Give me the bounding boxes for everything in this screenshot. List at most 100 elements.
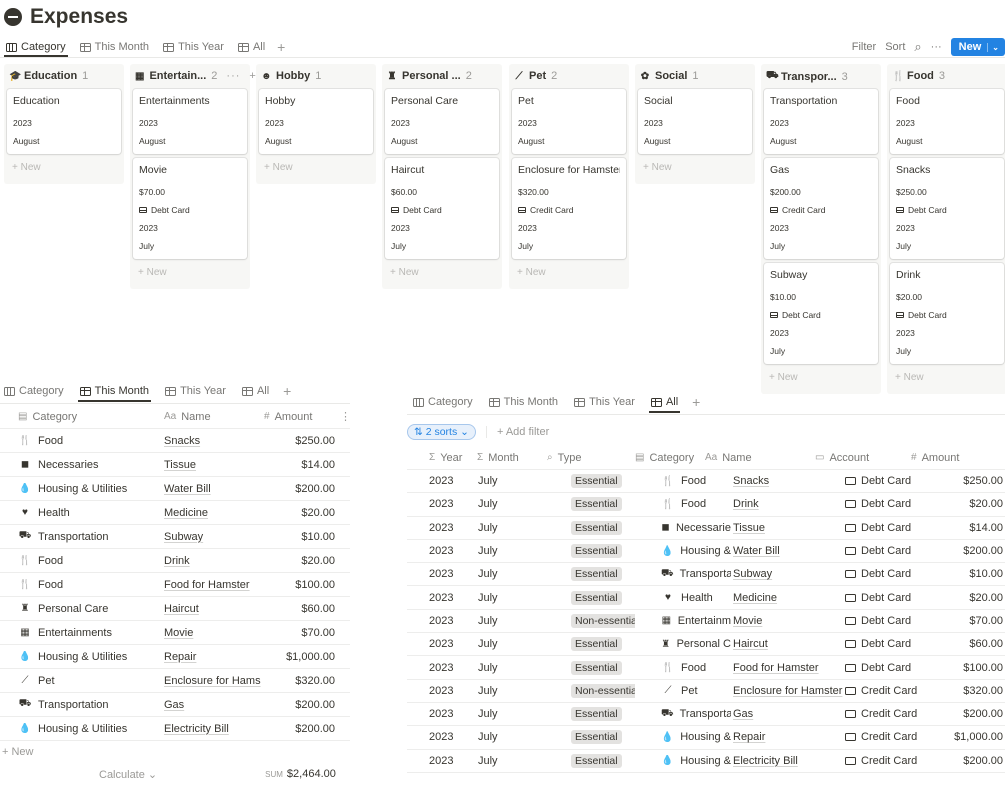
cell-name[interactable]: Drink	[164, 555, 264, 567]
tab-this-month[interactable]: This Month	[487, 392, 560, 412]
tab-this-year[interactable]: This Year	[161, 38, 226, 56]
sorts-chip[interactable]: ⇅ 2 sorts ⌄	[407, 424, 476, 440]
board-column-header[interactable]: ⛟ Transpor... 3	[766, 70, 878, 83]
table-row[interactable]: ♥ Health Medicine $20.00	[0, 501, 350, 525]
column-header-type[interactable]: ⌕ Type	[547, 452, 635, 464]
cell-name[interactable]: Drink	[731, 498, 843, 510]
add-view-icon[interactable]: +	[277, 39, 285, 55]
tab-this-year[interactable]: This Year	[572, 392, 637, 412]
column-header-name[interactable]: Aa Name	[705, 452, 815, 464]
board-card[interactable]: Haircut $60.00 Debt Card 2023 July	[385, 158, 499, 259]
column-new-button[interactable]: + New	[512, 263, 626, 286]
table-row[interactable]: 2023 July Essential 💧 Housing & Repair Credit …	[407, 726, 1005, 750]
table-row[interactable]: 2023 July Non-essential ⟋ Pet Enclosure for H…	[407, 680, 1005, 703]
cell-name[interactable]: Tissue	[731, 522, 843, 534]
cell-name[interactable]: Subway	[731, 568, 843, 580]
table-new-row-button[interactable]: + New	[0, 741, 350, 763]
board-card[interactable]: Enclosure for Hamster $320.00 Credit Card 2…	[512, 158, 626, 259]
column-new-button[interactable]: + New	[133, 263, 247, 286]
column-header-month[interactable]: Σ Month	[477, 452, 547, 464]
tab-all[interactable]: All	[240, 381, 271, 401]
table-row[interactable]: 2023 July Essential 💧 Housing & Water Bill Deb…	[407, 540, 1005, 564]
board-card[interactable]: Pet 2023 August	[512, 89, 626, 154]
board-card[interactable]: Drink $20.00 Debt Card 2023 July	[890, 263, 1004, 364]
tab-category[interactable]: Category	[2, 381, 66, 401]
column-new-button[interactable]: + New	[638, 158, 752, 181]
tab-category[interactable]: Category	[4, 38, 68, 57]
cell-name[interactable]: Gas	[731, 708, 843, 720]
column-header-amount[interactable]: # Amount	[903, 452, 1003, 464]
table-row[interactable]: ⛟ Transportation Gas $200.00	[0, 693, 350, 717]
table-row[interactable]: 2023 July Essential ♜ Personal C Haircut Debt …	[407, 633, 1005, 657]
more-options-icon[interactable]: ···	[931, 41, 942, 53]
board-column-header[interactable]: 🎓 Education 1	[9, 70, 121, 82]
column-new-button[interactable]: + New	[890, 368, 1004, 391]
board-column-header[interactable]: 🍴 Food 3	[892, 70, 1004, 82]
board-column-header[interactable]: ▦ Entertain... 2 ··· +	[135, 70, 256, 82]
cell-name[interactable]: Haircut	[731, 638, 843, 650]
cell-name[interactable]: Enclosure for Hams	[164, 675, 264, 687]
add-view-icon[interactable]: +	[283, 383, 291, 399]
tab-all[interactable]: All	[236, 38, 267, 56]
cell-name[interactable]: Tissue	[164, 459, 264, 471]
table-row[interactable]: ⟋ Pet Enclosure for Hams $320.00	[0, 669, 350, 693]
cell-name[interactable]: Repair	[731, 731, 843, 743]
column-new-button[interactable]: + New	[385, 263, 499, 286]
cell-name[interactable]: Repair	[164, 651, 264, 663]
table-row[interactable]: 💧 Housing & Utilities Electricity Bill $200…	[0, 717, 350, 741]
board-card[interactable]: Subway $10.00 Debt Card 2023 July	[764, 263, 878, 364]
column-new-button[interactable]: + New	[7, 158, 121, 181]
table-row[interactable]: 🍴 Food Food for Hamster $100.00	[0, 573, 350, 597]
board-card[interactable]: Hobby 2023 August	[259, 89, 373, 154]
cell-name[interactable]: Water Bill	[731, 545, 843, 557]
column-header-name[interactable]: Aa Name	[164, 411, 264, 423]
column-new-button[interactable]: + New	[259, 158, 373, 181]
table-row[interactable]: 2023 July Non-essential ▦ Entertainm Movie Deb…	[407, 610, 1005, 634]
cell-name[interactable]: Food for Hamster	[731, 662, 843, 674]
table-row[interactable]: ♜ Personal Care Haircut $60.00	[0, 597, 350, 621]
table-row[interactable]: 💧 Housing & Utilities Repair $1,000.00	[0, 645, 350, 669]
board-column-header[interactable]: ⟋ Pet 2	[514, 70, 626, 82]
cell-name[interactable]: Medicine	[164, 507, 264, 519]
table-row[interactable]: 💧 Housing & Utilities Water Bill $200.00	[0, 477, 350, 501]
tab-category[interactable]: Category	[411, 392, 475, 412]
tab-this-month[interactable]: This Month	[78, 38, 151, 56]
cell-name[interactable]: Movie	[731, 615, 843, 627]
board-card[interactable]: Entertainments 2023 August	[133, 89, 247, 154]
cell-name[interactable]: Haircut	[164, 603, 264, 615]
table-row[interactable]: 2023 July Essential ⛟ Transporta Subway Debt C…	[407, 563, 1005, 587]
board-column-header[interactable]: ☻ Hobby 1	[261, 70, 373, 82]
table-row[interactable]: 🍴 Food Snacks $250.00	[0, 429, 350, 453]
board-column-header[interactable]: ♜ Personal ... 2	[387, 70, 499, 82]
table-row[interactable]: 2023 July Essential 🍴 Food Food for Hamster De…	[407, 656, 1005, 680]
board-card[interactable]: Movie $70.00 Debt Card 2023 July	[133, 158, 247, 259]
table-row[interactable]: 2023 July Essential 🍴 Food Drink Debt Card $20.…	[407, 493, 1005, 517]
column-header-amount[interactable]: # Amount	[264, 411, 340, 423]
table-row[interactable]: ⛟ Transportation Subway $10.00	[0, 525, 350, 549]
cell-name[interactable]: Snacks	[731, 475, 843, 487]
board-column-header[interactable]: ✿ Social 1	[640, 70, 752, 82]
table-row[interactable]: 🍴 Food Drink $20.00	[0, 549, 350, 573]
filter-button[interactable]: Filter	[852, 41, 876, 53]
new-button[interactable]: New ⌄	[950, 38, 1005, 56]
cell-name[interactable]: Enclosure for Hamster	[731, 685, 843, 697]
board-card[interactable]: Gas $200.00 Credit Card 2023 July	[764, 158, 878, 259]
board-card[interactable]: Food 2023 August	[890, 89, 1004, 154]
board-card[interactable]: Transportation 2023 August	[764, 89, 878, 154]
cell-name[interactable]: Electricity Bill	[164, 723, 264, 735]
cell-name[interactable]: Movie	[164, 627, 264, 639]
chevron-down-icon[interactable]: ⌄	[987, 42, 999, 52]
column-header-account[interactable]: ▭ Account	[815, 452, 903, 464]
add-filter-button[interactable]: + Add filter	[485, 426, 549, 438]
table-row[interactable]: 2023 July Essential ⛟ Transporta Gas Credit Ca…	[407, 703, 1005, 727]
column-header-year[interactable]: Σ Year	[407, 452, 477, 464]
column-more-icon[interactable]: ···	[226, 70, 240, 82]
tab-all[interactable]: All	[648, 392, 681, 413]
tab-this-month[interactable]: This Month	[77, 381, 152, 402]
board-card[interactable]: Personal Care 2023 August	[385, 89, 499, 154]
cell-name[interactable]: Medicine	[731, 592, 843, 604]
sort-button[interactable]: Sort	[885, 41, 905, 53]
table-row[interactable]: ◼ Necessaries Tissue $14.00	[0, 453, 350, 477]
search-icon[interactable]: ⌕	[914, 39, 921, 55]
table-row[interactable]: 2023 July Essential 🍴 Food Snacks Debt Card $25…	[407, 470, 1005, 494]
